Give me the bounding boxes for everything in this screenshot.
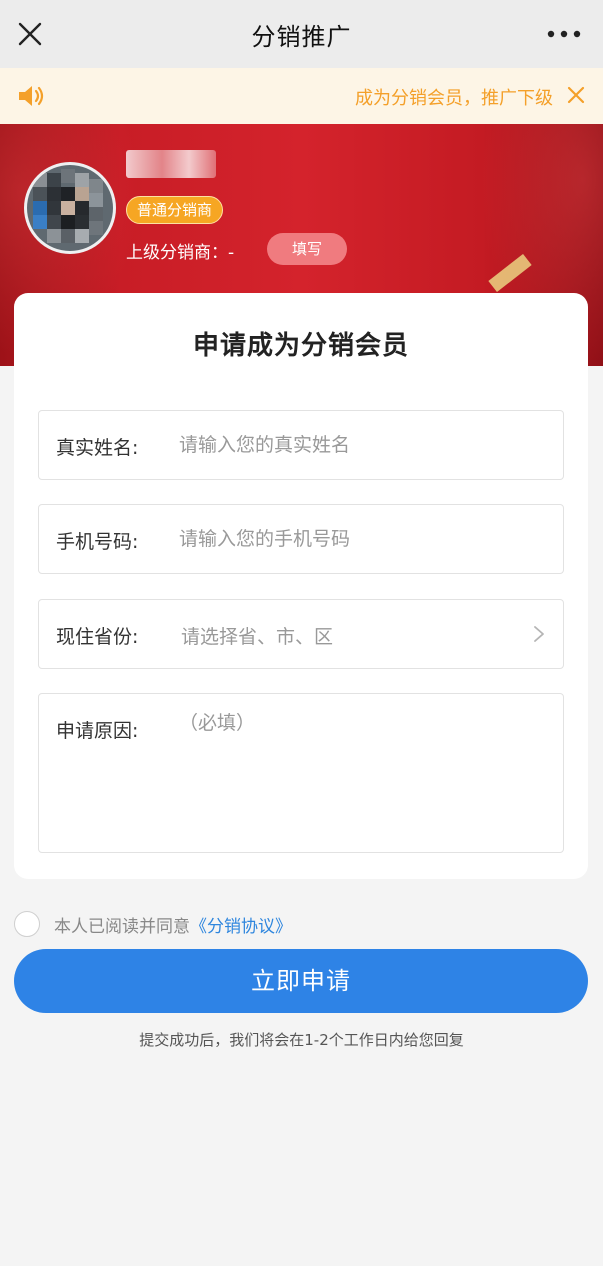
page-title: 分销推广 xyxy=(251,22,352,51)
province-field[interactable]: 现住省份: 请选择省、市、区 xyxy=(38,599,564,669)
apply-now-button[interactable]: 立即申请 xyxy=(14,949,588,1013)
agreement-row: 本人已阅读并同意 《分销协议》 xyxy=(14,910,292,938)
close-icon[interactable] xyxy=(16,20,44,48)
real-name-label: 真实姓名: xyxy=(56,437,139,459)
application-form-card: 申请成为分销会员 真实姓名: 手机号码: 现住省份: 请选择省、市、区 申请原因… xyxy=(14,293,588,879)
top-nav-bar: 分销推广 xyxy=(0,0,603,68)
fill-upline-button[interactable]: 填写 xyxy=(267,233,347,265)
username-blurred xyxy=(126,150,216,178)
agreement-link[interactable]: 《分销协议》 xyxy=(190,912,292,937)
phone-input[interactable] xyxy=(179,517,519,561)
speaker-icon xyxy=(19,86,44,106)
upline-distributor-label: 上级分销商：- xyxy=(126,243,235,263)
real-name-input[interactable] xyxy=(179,423,519,467)
agreement-text: 本人已阅读并同意 xyxy=(54,916,190,937)
phone-field: 手机号码: xyxy=(38,504,564,574)
province-label: 现住省份: xyxy=(56,626,139,648)
reason-label: 申请原因: xyxy=(56,720,139,742)
real-name-field: 真实姓名: xyxy=(38,410,564,480)
avatar[interactable] xyxy=(24,162,116,254)
reason-textarea[interactable] xyxy=(179,708,549,838)
more-icon[interactable] xyxy=(547,30,581,38)
form-title: 申请成为分销会员 xyxy=(192,331,409,361)
province-selector[interactable]: 请选择省、市、区 xyxy=(181,622,333,649)
notice-close-icon[interactable] xyxy=(565,84,587,106)
agreement-checkbox[interactable] xyxy=(14,911,40,937)
submit-hint: 提交成功后，我们将会在1-2个工作日内给您回复 xyxy=(139,1031,464,1049)
phone-label: 手机号码: xyxy=(56,531,139,553)
notice-bar: 成为分销会员，推广下级 xyxy=(0,68,603,124)
level-badge: 普通分销商 xyxy=(126,196,224,224)
reason-field: 申请原因: xyxy=(38,693,564,853)
chevron-right-icon xyxy=(534,626,544,642)
notice-text: 成为分销会员，推广下级 xyxy=(355,88,553,109)
